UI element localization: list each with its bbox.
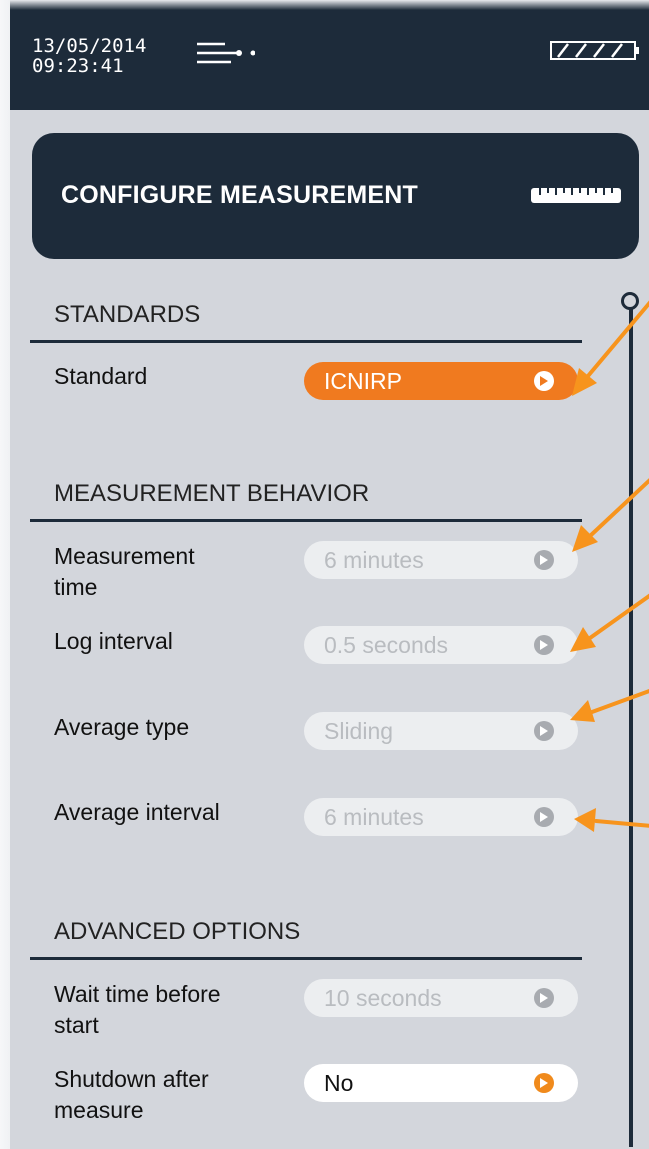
annotation-arrow-measurement-time — [572, 478, 649, 552]
annotation-arrow-log-interval — [570, 593, 649, 652]
annotation-arrow-average-type — [570, 688, 649, 722]
annotation-arrows — [570, 300, 649, 832]
annotation-arrow-standard — [572, 300, 649, 396]
annotation-arrow-average-interval — [574, 808, 649, 832]
